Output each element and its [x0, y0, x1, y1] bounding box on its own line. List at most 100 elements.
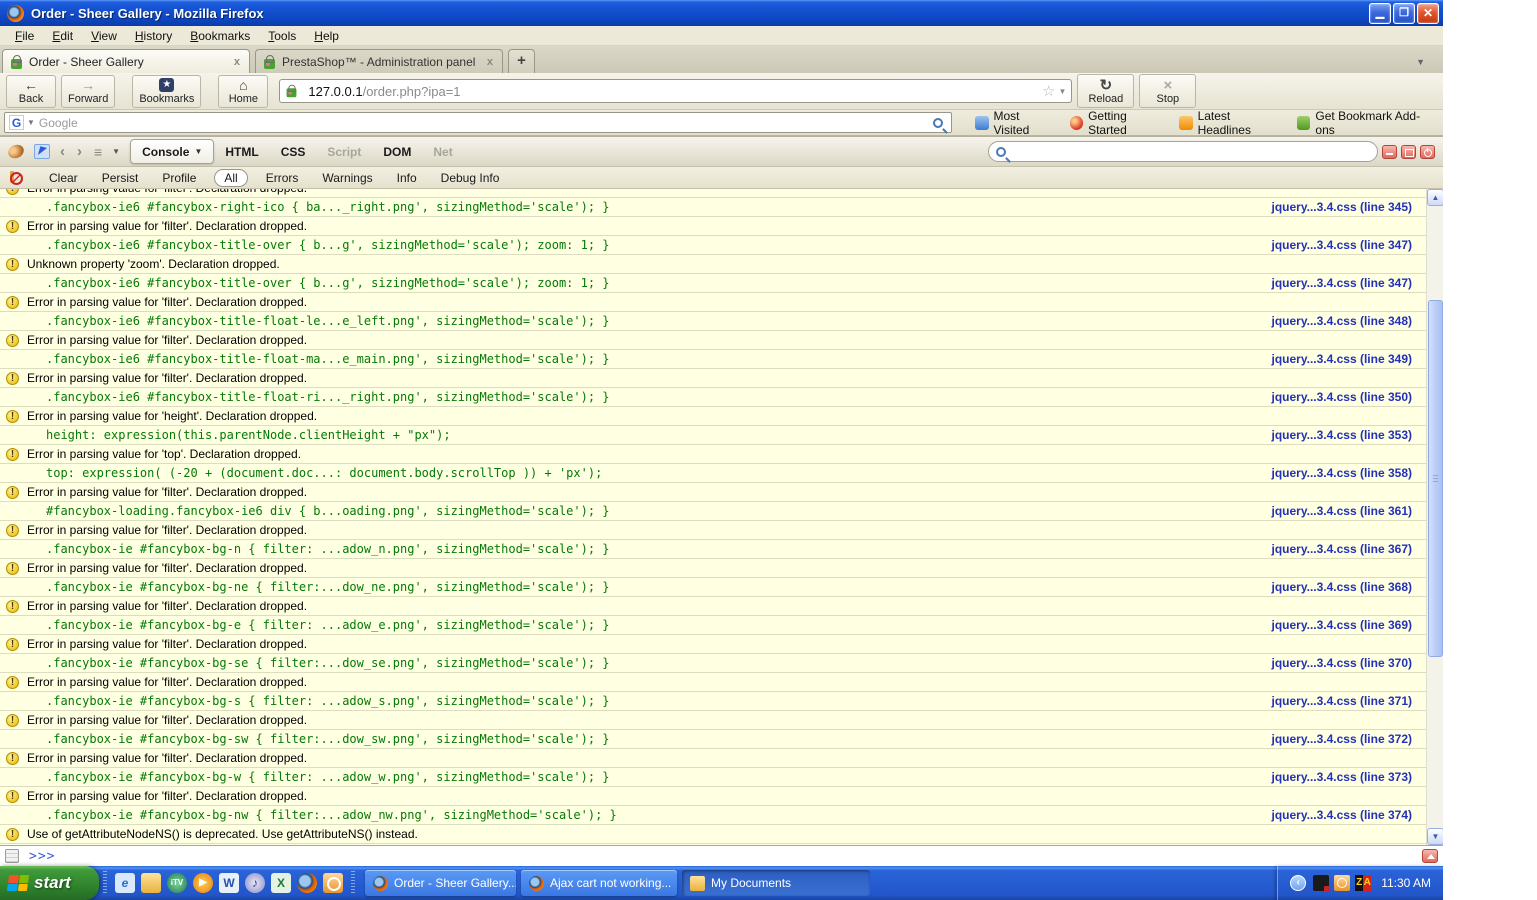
search-icon[interactable] [933, 117, 944, 128]
quick-launch-icon[interactable] [323, 873, 343, 893]
warning-message-row[interactable]: ! Error in parsing value for 'top'. Decl… [0, 445, 1426, 464]
source-code-row[interactable]: .fancybox-ie #fancybox-bg-ne { filter:..… [0, 578, 1426, 597]
firebug-minimize-button[interactable] [1382, 144, 1397, 159]
warning-message-row[interactable]: ! Error in parsing value for 'filter'. D… [0, 189, 1426, 198]
source-file-link[interactable]: jquery...3.4.css (line 349) [1271, 352, 1412, 366]
quick-launch-icon[interactable]: X [271, 873, 291, 893]
menu-item[interactable]: Tools [259, 27, 305, 45]
firebug-detach-button[interactable] [1401, 144, 1416, 159]
source-file-link[interactable]: jquery...3.4.css (line 358) [1271, 466, 1412, 480]
tray-collapse-icon[interactable]: ‹ [1290, 875, 1307, 891]
tab-close-icon[interactable]: x [232, 56, 242, 68]
panel-options-caret-icon[interactable]: ▼ [194, 147, 202, 156]
stop-button[interactable]: × Stop [1139, 74, 1197, 108]
taskbar-task-button[interactable]: My Documents [682, 870, 870, 896]
command-prompt[interactable]: >>> [29, 849, 55, 864]
url-dropdown-icon[interactable]: ▼ [1058, 87, 1066, 96]
source-file-link[interactable]: jquery...3.4.css (line 368) [1271, 580, 1412, 594]
scrollbar-thumb[interactable] [1428, 300, 1443, 657]
source-file-link[interactable]: jquery...3.4.css (line 374) [1271, 808, 1412, 822]
warning-message-row[interactable]: ! Error in parsing value for 'filter'. D… [0, 521, 1426, 540]
menu-item[interactable]: Edit [43, 27, 82, 45]
console-scrollbar[interactable]: ▲ ▼ [1426, 189, 1443, 845]
source-code-row[interactable]: .fancybox-ie #fancybox-bg-n { filter: ..… [0, 540, 1426, 559]
quick-launch-icon[interactable]: ♪ [245, 873, 265, 893]
bookmark-page-star-icon[interactable]: ☆ [1042, 82, 1055, 100]
back-button[interactable]: ← Back [6, 74, 56, 108]
break-on-errors-icon[interactable] [8, 170, 23, 185]
source-file-link[interactable]: jquery...3.4.css (line 345) [1271, 200, 1412, 214]
warning-message-row[interactable]: ! Error in parsing value for 'filter'. D… [0, 597, 1426, 616]
warning-message-row[interactable]: ! Error in parsing value for 'filter'. D… [0, 749, 1426, 768]
source-code-row[interactable]: .fancybox-ie6 #fancybox-title-float-ri..… [0, 388, 1426, 407]
source-file-link[interactable]: jquery...3.4.css (line 370) [1271, 656, 1412, 670]
warning-message-row[interactable]: ! Error in parsing value for 'filter'. D… [0, 673, 1426, 692]
source-code-row[interactable]: .fancybox-ie6 #fancybox-right-ico { ba..… [0, 198, 1426, 217]
source-code-row[interactable]: .fancybox-ie #fancybox-bg-w { filter: ..… [0, 768, 1426, 787]
start-button[interactable]: start [0, 866, 99, 900]
warning-message-row[interactable]: ! Error in parsing value for 'filter'. D… [0, 559, 1426, 578]
source-file-link[interactable]: jquery...3.4.css (line 350) [1271, 390, 1412, 404]
menu-item[interactable]: File [6, 27, 43, 45]
firebug-panel-tab[interactable]: Console ▼ [130, 139, 215, 164]
taskbar-task-button[interactable]: Order - Sheer Gallery... [365, 870, 516, 896]
source-file-link[interactable]: jquery...3.4.css (line 347) [1271, 276, 1412, 290]
firebug-panel-tab[interactable]: HTML [214, 145, 269, 159]
quick-launch-icon[interactable]: e [115, 873, 135, 893]
console-filter-button[interactable]: Info [385, 171, 429, 185]
close-button[interactable]: ✕ [1417, 2, 1439, 24]
browser-tab[interactable]: Order - Sheer Gallery x [2, 49, 250, 73]
forward-button[interactable]: → Forward [61, 74, 116, 108]
source-file-link[interactable]: jquery...3.4.css (line 347) [1271, 238, 1412, 252]
firebug-panel-tab[interactable]: DOM [372, 145, 422, 159]
warning-message-row[interactable]: ! Use of getAttributeNodeNS() is depreca… [0, 825, 1426, 844]
source-code-row[interactable]: #fancybox-loading.fancybox-ie6 div { b..… [0, 502, 1426, 521]
console-filter-button[interactable]: Persist [90, 171, 151, 185]
warning-message-row[interactable]: ! Error in parsing value for 'filter'. D… [0, 711, 1426, 730]
quick-launch-icon[interactable] [297, 873, 317, 893]
bookmark-item[interactable]: Get Bookmark Add-ons [1292, 107, 1439, 139]
menu-item[interactable]: View [82, 27, 126, 45]
firebug-panel-tab[interactable]: CSS [270, 145, 317, 159]
bookmarks-button[interactable]: ★ Bookmarks [132, 74, 202, 108]
source-code-row[interactable]: top: expression( (-20 + (document.doc...… [0, 464, 1426, 483]
history-back-icon[interactable]: ‹ [60, 143, 65, 160]
source-code-row[interactable]: .fancybox-ie6 #fancybox-title-float-le..… [0, 312, 1426, 331]
warning-message-row[interactable]: ! Error in parsing value for 'filter'. D… [0, 369, 1426, 388]
network-tray-icon[interactable] [1313, 875, 1331, 892]
console-filter-button[interactable]: All [214, 168, 248, 187]
quick-launch-icon[interactable]: iTV [167, 873, 187, 893]
quick-launch-icon[interactable]: ▶ [193, 873, 213, 893]
source-code-row[interactable]: .fancybox-ie6 #fancybox-title-over { b..… [0, 274, 1426, 293]
tab-close-icon[interactable]: x [485, 56, 495, 68]
warning-message-row[interactable]: ! Error in parsing value for 'filter'. D… [0, 293, 1426, 312]
scroll-up-icon[interactable]: ▲ [1427, 189, 1443, 206]
warning-message-row[interactable]: ! Error in parsing value for 'filter'. D… [0, 217, 1426, 236]
firebug-search-input[interactable] [988, 141, 1378, 162]
bookmark-item[interactable]: Getting Started [1065, 107, 1171, 139]
taskbar-task-button[interactable]: Ajax cart not working... [521, 870, 677, 896]
warning-message-row[interactable]: ! Unknown property 'zoom'. Declaration d… [0, 255, 1426, 274]
warning-message-row[interactable]: ! Error in parsing value for 'filter'. D… [0, 331, 1426, 350]
minimize-button[interactable]: ▁ [1369, 2, 1391, 24]
firebug-panel-tab[interactable]: Script [316, 145, 372, 159]
console-filter-button[interactable]: Debug Info [429, 171, 512, 185]
list-all-tabs-icon[interactable]: ▼ [1416, 57, 1425, 67]
source-file-link[interactable]: jquery...3.4.css (line 361) [1271, 504, 1412, 518]
clock-tray-icon[interactable] [1334, 875, 1351, 891]
source-code-row[interactable]: .fancybox-ie #fancybox-bg-nw { filter:..… [0, 806, 1426, 825]
browser-tab[interactable]: PrestaShop™ - Administration panel x [255, 49, 503, 73]
warning-message-row[interactable]: ! Error in parsing value for 'filter'. D… [0, 635, 1426, 654]
firebug-icon[interactable] [6, 142, 26, 161]
source-code-row[interactable]: .fancybox-ie #fancybox-bg-e { filter: ..… [0, 616, 1426, 635]
firebug-panel-tab[interactable]: Net [422, 145, 463, 159]
search-input[interactable]: G ▼ Google [4, 112, 953, 133]
source-file-link[interactable]: jquery...3.4.css (line 367) [1271, 542, 1412, 556]
source-file-link[interactable]: jquery...3.4.css (line 372) [1271, 732, 1412, 746]
warning-message-row[interactable]: ! Error in parsing value for 'height'. D… [0, 407, 1426, 426]
source-file-link[interactable]: jquery...3.4.css (line 353) [1271, 428, 1412, 442]
zonealarm-tray-icon[interactable]: ZA [1355, 875, 1372, 891]
history-forward-icon[interactable]: › [77, 143, 82, 160]
inspect-element-icon[interactable] [34, 144, 50, 159]
source-code-row[interactable]: .fancybox-ie6 #fancybox-title-over { b..… [0, 236, 1426, 255]
